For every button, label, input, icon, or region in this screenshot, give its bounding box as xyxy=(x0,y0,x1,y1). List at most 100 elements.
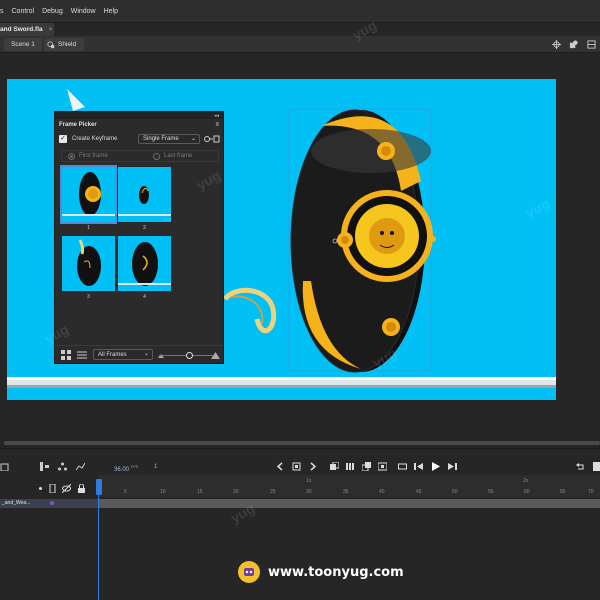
menu-help[interactable]: Help xyxy=(104,8,118,15)
timeline-toolbar: 36.00 FPS 1 xyxy=(0,457,600,477)
show-parenting-icon[interactable] xyxy=(40,462,49,471)
document-tab-label: and Sword.fla xyxy=(0,26,43,33)
close-tab-icon[interactable]: × xyxy=(49,26,53,33)
highlight-icon[interactable] xyxy=(36,484,45,493)
frame-picker-panel[interactable]: ◂◂ Frame Picker ≡ ✓ Create Keyframe Sing… xyxy=(54,111,224,364)
frame-mode-value: Single Frame xyxy=(143,136,179,142)
panel-titlebar[interactable]: ◂◂ xyxy=(55,112,223,119)
insert-keyframe-icon[interactable] xyxy=(378,462,387,471)
ruler-tick: 15 xyxy=(197,489,203,495)
symbol-breadcrumb[interactable]: Shield xyxy=(44,38,84,51)
step-back-icon[interactable] xyxy=(414,462,423,471)
first-frame-radio[interactable] xyxy=(68,152,75,160)
thumbnail-size-slider-knob[interactable] xyxy=(186,352,193,359)
create-keyframe-checkbox[interactable]: ✓ xyxy=(59,135,67,143)
seconds-marker: 2s xyxy=(523,478,529,484)
layer-row[interactable]: _and_Wea... xyxy=(0,499,98,508)
edit-scene-icon[interactable] xyxy=(587,40,596,49)
link-icon[interactable] xyxy=(204,135,220,143)
frame-thumbnail-label: 2 xyxy=(143,225,146,231)
timeline-ruler[interactable]: 1s 2s 1 5 10 15 20 25 30 35 40 45 50 55 … xyxy=(98,475,600,497)
panel-title: Frame Picker xyxy=(59,122,97,128)
frame-thumbnail-label: 1 xyxy=(87,225,90,231)
menu-control[interactable]: Control xyxy=(12,8,35,15)
trash-icon[interactable] xyxy=(0,462,9,471)
panel-header: Frame Picker ≡ xyxy=(55,119,223,131)
chevron-down-icon: ⌄ xyxy=(143,351,149,357)
play-icon[interactable] xyxy=(431,462,440,471)
chevron-left-icon[interactable] xyxy=(276,462,285,471)
loop-icon[interactable] xyxy=(398,462,407,471)
ruler-tick: 40 xyxy=(379,489,385,495)
last-frame-radio[interactable] xyxy=(153,152,160,160)
panel-footer: All Frames ⌄ xyxy=(55,345,223,364)
shield-thumb-icon xyxy=(62,172,115,216)
outline-icon[interactable] xyxy=(48,484,57,493)
panel-menu-icon[interactable]: ≡ xyxy=(215,122,219,128)
ruler-tick: 55 xyxy=(488,489,494,495)
edit-symbols-icon[interactable] xyxy=(569,40,578,49)
shield-thumb-icon xyxy=(118,242,171,286)
site-url: www.toonyug.com xyxy=(268,564,404,580)
playhead[interactable] xyxy=(96,479,102,495)
first-frame-label: First frame xyxy=(79,153,108,159)
center-frame-icon[interactable] xyxy=(292,462,301,471)
zoom-in-icon[interactable] xyxy=(211,350,220,359)
ruler-tick: 65 xyxy=(560,489,566,495)
list-view-icon[interactable] xyxy=(77,350,87,360)
eye-icon[interactable] xyxy=(62,484,71,493)
ruler-tick: 25 xyxy=(270,489,276,495)
onion-skin-icon[interactable] xyxy=(330,462,339,471)
chevron-down-icon: ⌄ xyxy=(190,136,196,142)
frame-thumbnail-3[interactable] xyxy=(62,236,115,291)
layer-color-dot xyxy=(50,501,54,505)
ruler-tick: 30 xyxy=(306,489,312,495)
ruler-tick: 10 xyxy=(160,489,166,495)
layer-header xyxy=(0,482,98,495)
graph-icon[interactable] xyxy=(76,462,85,471)
playhead-line xyxy=(98,495,99,600)
ruler-tick: 5 xyxy=(124,489,127,495)
collapse-panel-icon[interactable]: ◂◂ xyxy=(214,113,219,119)
center-stage-icon[interactable] xyxy=(552,40,561,49)
symbol-icon xyxy=(47,40,55,48)
edit-bar: Scene 1 Shield xyxy=(0,36,600,53)
frame-mode-select[interactable]: Single Frame ⌄ xyxy=(138,134,200,144)
layer-name: _and_Wea... xyxy=(2,500,31,506)
step-forward-icon[interactable] xyxy=(448,462,457,471)
menu-window[interactable]: Window xyxy=(71,8,96,15)
frame-thumbnail-2[interactable] xyxy=(118,167,171,222)
frame-thumbnail-1[interactable] xyxy=(60,165,117,224)
seconds-marker: 1s xyxy=(306,478,312,484)
chevron-right-icon[interactable] xyxy=(308,462,317,471)
copy-frames-icon[interactable] xyxy=(362,462,371,471)
site-badge: www.toonyug.com xyxy=(238,561,404,583)
stage-horizontal-scrollbar[interactable] xyxy=(4,441,600,445)
document-tab-bar: and Sword.fla × xyxy=(0,23,600,36)
create-keyframe-row: ✓ Create Keyframe Single Frame ⌄ xyxy=(59,134,221,144)
shield-thumb-icon xyxy=(118,186,171,216)
fps-unit: FPS xyxy=(130,464,139,469)
frame-range-row: First frame Last frame xyxy=(61,150,219,162)
frame-thumbnail-label: 3 xyxy=(87,294,90,300)
layer-hierarchy-icon[interactable] xyxy=(58,462,67,471)
lock-icon[interactable] xyxy=(77,484,86,493)
current-frame[interactable]: 1 xyxy=(154,464,157,470)
ruler-tick: 70 xyxy=(588,489,594,495)
frame-thumbnail-label: 4 xyxy=(143,294,146,300)
edit-multiple-frames-icon[interactable] xyxy=(346,462,355,471)
grid-view-icon[interactable] xyxy=(61,350,71,360)
ruler-tick: 60 xyxy=(524,489,530,495)
shield xyxy=(290,109,436,373)
menu-commands[interactable]: s xyxy=(0,8,4,15)
frame-filter-select[interactable]: All Frames ⌄ xyxy=(93,349,153,360)
layer-frames[interactable] xyxy=(98,499,600,508)
frame-rate[interactable]: 36.00 FPS xyxy=(114,464,138,473)
more-icon[interactable] xyxy=(593,462,600,471)
document-tab[interactable]: and Sword.fla × xyxy=(0,23,54,36)
frame-thumbnail-4[interactable] xyxy=(118,236,171,291)
undo-icon[interactable] xyxy=(576,462,585,471)
menu-debug[interactable]: Debug xyxy=(42,8,63,15)
ruler-tick: 50 xyxy=(452,489,458,495)
scene-breadcrumb[interactable]: Scene 1 xyxy=(4,38,42,51)
